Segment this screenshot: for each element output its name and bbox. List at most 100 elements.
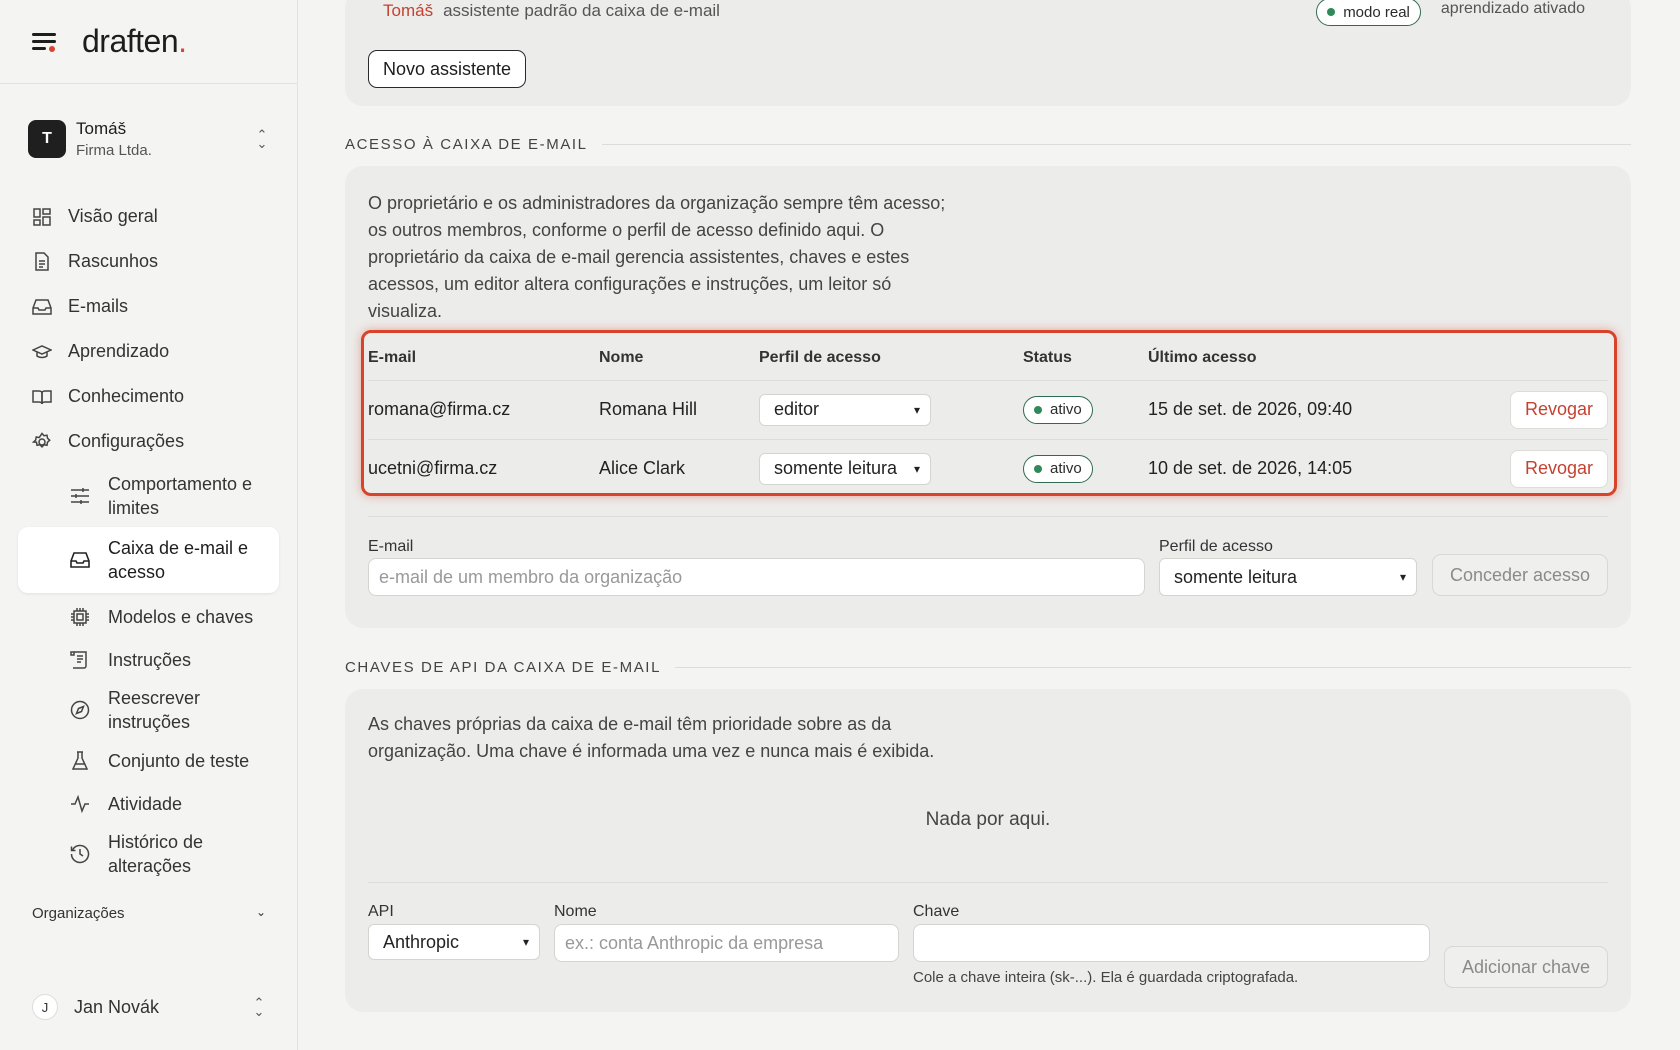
scroll-icon <box>70 650 90 670</box>
sub-item-rewrite-instructions[interactable]: Reescrever instruções <box>18 681 279 739</box>
inbox-icon <box>32 297 52 317</box>
status-badge: ativo <box>1023 454 1093 483</box>
new-assistant-button[interactable]: Novo assistente <box>368 50 527 88</box>
sub-item-test-set[interactable]: Conjunto de teste <box>18 739 279 782</box>
name-field-label: Nome <box>554 903 597 920</box>
key-hint: Cole a chave inteira (sk-...). Ela é gua… <box>913 969 1299 986</box>
revoke-button[interactable]: Revogar <box>1509 390 1608 429</box>
nav-item-overview[interactable]: Visão geral <box>18 194 279 239</box>
sub-item-mailbox-access[interactable]: Caixa de e-mail e acesso <box>18 527 279 593</box>
col-status: Status <box>1023 348 1072 366</box>
row-name: Romana Hill <box>599 379 759 439</box>
api-select[interactable]: Anthropic ▾ <box>368 924 540 960</box>
assistant-description: assistente padrão da caixa de e-mail <box>443 1 720 20</box>
chevron-down-icon: ▾ <box>913 402 920 417</box>
sub-item-activity[interactable]: Atividade <box>18 782 279 825</box>
access-description: O proprietário e os administradores da o… <box>368 193 946 321</box>
table-row: romana@firma.cz Romana Hill editor ▾ ativ… <box>368 379 1608 439</box>
assistant-row: Tomáš assistente padrão da caixa de e-ma… <box>383 0 1585 26</box>
gear-icon <box>32 431 52 452</box>
flask-icon <box>70 750 90 771</box>
role-field-label: Perfil de acesso <box>1159 538 1273 555</box>
empty-state: Nada por aqui. <box>925 809 1051 830</box>
access-table: E-mail Nome Perfil de acesso Status Últi… <box>368 336 1608 498</box>
email-field-label: E-mail <box>368 538 414 555</box>
grant-access-button[interactable]: Conceder acesso <box>1432 554 1608 596</box>
user-name: Jan Novák <box>74 996 160 1017</box>
book-icon <box>32 387 52 407</box>
user-menu[interactable]: J Jan Novák ⌃ ⌄ <box>32 994 266 1020</box>
email-field[interactable]: e-mail de um membro da organização <box>368 558 1145 596</box>
table-header: E-mail Nome Perfil de acesso Status Últi… <box>368 336 1608 380</box>
main-nav: Visão geral Rascunhos E-mails Aprendizad… <box>0 194 297 883</box>
row-email: ucetni@firma.cz <box>368 438 599 498</box>
status-dot <box>1034 464 1042 473</box>
api-field-label: API <box>368 903 394 920</box>
grid-icon <box>32 207 52 227</box>
history-icon <box>70 844 90 864</box>
key-field-label: Chave <box>913 903 960 920</box>
divider <box>368 882 1608 883</box>
role-select[interactable]: somente leitura ▾ <box>759 452 931 485</box>
account-switcher[interactable]: T Tomáš Firma Ltda. ⌃ ⌄ <box>0 84 297 194</box>
row-last-access: 10 de set. de 2026, 14:05 <box>1148 438 1508 498</box>
col-role: Perfil de acesso <box>759 348 881 366</box>
menu-icon[interactable] <box>32 31 60 53</box>
nav-item-emails[interactable]: E-mails <box>18 284 279 329</box>
assistant-card: Tomáš assistente padrão da caixa de e-ma… <box>345 0 1631 106</box>
sub-item-change-history[interactable]: Histórico de alterações <box>18 825 279 883</box>
status-badge: ativo <box>1023 395 1093 424</box>
status-dot <box>1327 8 1336 16</box>
organizations-toggle[interactable]: Organizações ⌄ <box>32 905 266 922</box>
nav-item-drafts[interactable]: Rascunhos <box>18 239 279 284</box>
col-name: Nome <box>599 348 644 366</box>
chevron-down-icon: ▾ <box>913 461 920 476</box>
inbox-icon <box>70 550 90 570</box>
col-email: E-mail <box>368 348 417 366</box>
nav-item-settings[interactable]: Configurações <box>18 419 279 464</box>
sub-item-behavior-limits[interactable]: Comportamento e limites <box>18 467 279 525</box>
section-title-access: ACESSO À CAIXA DE E-MAIL <box>345 136 1631 153</box>
chevron-down-icon: ⌄ <box>255 905 266 919</box>
key-field[interactable] <box>913 924 1430 962</box>
divider <box>368 516 1608 517</box>
brand-bar: draften. <box>0 0 297 84</box>
table-row: ucetni@firma.cz Alice Clark somente leit… <box>368 438 1608 498</box>
account-name: Tomáš <box>76 119 127 138</box>
chevron-up-down-icon: ⌃ ⌄ <box>253 995 265 1019</box>
api-keys-description: As chaves próprias da caixa de e-mail tê… <box>368 714 935 761</box>
activity-icon <box>70 794 90 814</box>
role-select[interactable]: somente leitura ▾ <box>1159 558 1417 596</box>
chevron-down-icon: ▾ <box>1399 570 1406 584</box>
row-last-access: 15 de set. de 2026, 09:40 <box>1148 379 1508 439</box>
graduation-cap-icon <box>32 342 52 362</box>
revoke-button[interactable]: Revogar <box>1509 449 1608 488</box>
document-icon <box>32 252 52 272</box>
user-avatar: J <box>32 994 58 1020</box>
key-name-field[interactable]: ex.: conta Anthropic da empresa <box>554 924 899 962</box>
nav-item-knowledge[interactable]: Conhecimento <box>18 374 279 419</box>
row-name: Alice Clark <box>599 438 759 498</box>
sliders-icon <box>70 486 90 506</box>
chevron-up-down-icon: ⌃ ⌄ <box>256 127 268 151</box>
chip-icon <box>70 607 90 627</box>
assistant-owner: Tomáš <box>383 1 434 20</box>
sub-item-instructions[interactable]: Instruções <box>18 638 279 681</box>
section-title-api-keys: CHAVES DE API DA CAIXA DE E-MAIL <box>345 659 1631 676</box>
mode-badge: modo real <box>1316 0 1421 26</box>
role-select[interactable]: editor ▾ <box>759 393 931 426</box>
col-last-access: Último acesso <box>1148 348 1257 366</box>
account-avatar: T <box>28 120 66 158</box>
access-card: O proprietário e os administradores da o… <box>345 166 1631 628</box>
nav-item-learning[interactable]: Aprendizado <box>18 329 279 374</box>
chevron-down-icon: ▾ <box>522 935 529 949</box>
main-content: Tomáš assistente padrão da caixa de e-ma… <box>298 0 1680 1050</box>
api-keys-card: As chaves próprias da caixa de e-mail tê… <box>345 689 1631 1012</box>
account-org: Firma Ltda. <box>76 142 152 159</box>
sub-item-models-keys[interactable]: Modelos e chaves <box>18 595 279 638</box>
compass-icon <box>70 700 90 720</box>
logo[interactable]: draften. <box>82 23 187 60</box>
learning-status: aprendizado ativado <box>1440 0 1585 17</box>
add-key-button[interactable]: Adicionar chave <box>1444 946 1608 988</box>
row-email: romana@firma.cz <box>368 379 599 439</box>
